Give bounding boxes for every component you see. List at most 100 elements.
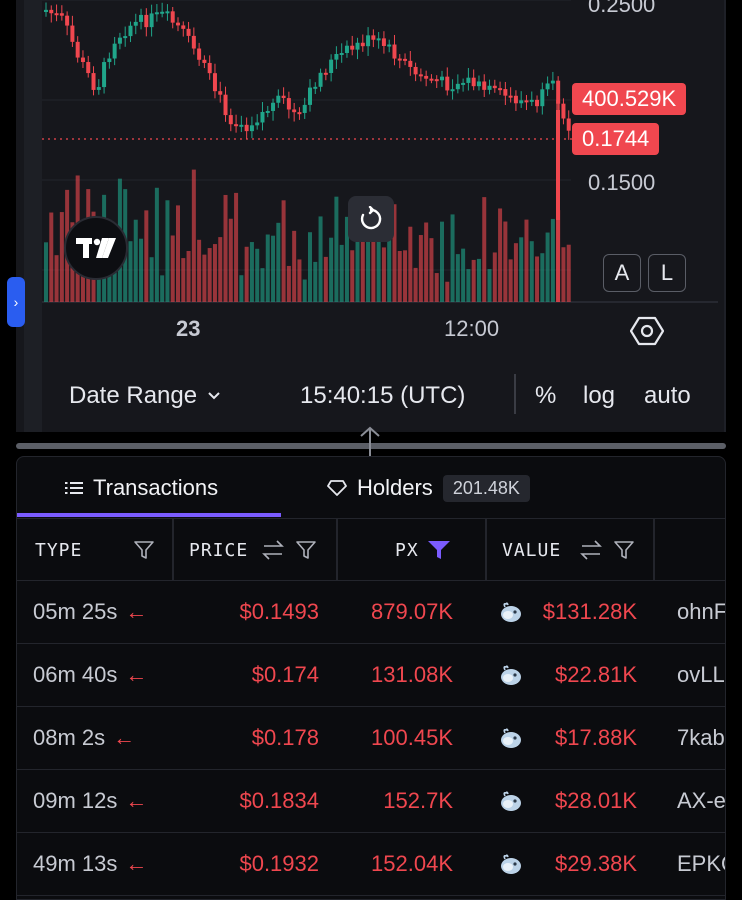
tx-maker[interactable]: ovLL: [677, 644, 725, 706]
swap-icon[interactable]: [261, 539, 285, 561]
utc-clock[interactable]: 15:40:15 (UTC): [300, 382, 465, 410]
tx-maker[interactable]: AX-e: [677, 770, 725, 832]
sell-arrow-icon: ←: [125, 599, 148, 624]
tab-bar: Transactions Holders 201.48K: [17, 457, 725, 519]
tx-px: 152.7K: [383, 788, 453, 813]
transactions-list: 05m 25s ← $0.1493 879.07K $131.28K ohnF 06m 40…: [17, 581, 725, 896]
tx-maker[interactable]: EPKQ: [677, 833, 725, 895]
tx-maker[interactable]: 7kab: [677, 707, 725, 769]
candle-body: [418, 74, 423, 77]
volume-bar: [271, 235, 276, 302]
volume-bar: [461, 248, 466, 302]
filter-icon[interactable]: [295, 539, 317, 561]
volume-bar: [429, 238, 434, 302]
candle-body: [271, 102, 276, 111]
swap-icon[interactable]: [579, 539, 603, 561]
date-range-selector[interactable]: Date Range: [69, 382, 221, 410]
volume-bar: [492, 252, 497, 302]
candle-body: [329, 59, 334, 73]
volume-bar: [207, 248, 212, 302]
volume-bar: [334, 196, 339, 302]
filter-active-icon[interactable]: [427, 539, 451, 561]
candle-body: [123, 36, 128, 39]
volume-bar: [286, 265, 291, 302]
date-range-label: Date Range: [69, 382, 198, 409]
expand-sidebar-handle[interactable]: ›: [7, 277, 25, 327]
column-header-price[interactable]: PRICE: [189, 519, 248, 581]
volume-bar: [260, 268, 265, 302]
candle-body: [139, 14, 144, 22]
volume-bar: [228, 218, 233, 302]
log-toggle[interactable]: log: [583, 382, 615, 410]
candle-body: [408, 60, 413, 67]
column-label: PRICE: [189, 539, 249, 561]
volume-bar: [265, 234, 270, 302]
column-label: PX: [395, 539, 419, 561]
volume-bar: [440, 221, 444, 302]
volume-bar: [519, 237, 524, 302]
volume-tag: 400.529K: [572, 83, 687, 115]
whale-icon: [499, 853, 523, 875]
time-axis-tick: 12:00: [444, 316, 500, 341]
candle-body: [498, 88, 503, 91]
volume-bar: [308, 232, 312, 302]
price-chart-panel[interactable]: › 0.2500 0.1500 400.529K 0.1744 A L 23 1…: [7, 0, 726, 432]
column-header-px[interactable]: PX: [395, 519, 419, 581]
candle-body: [54, 13, 59, 16]
chevron-right-icon: ›: [13, 294, 19, 310]
column-header-value[interactable]: VALUE: [502, 519, 561, 581]
candle-body: [424, 75, 429, 79]
volume-bar: [476, 258, 481, 302]
tx-age: 08m 2s ←: [33, 707, 135, 769]
volume-bar: [186, 250, 191, 302]
volume-bar: [165, 200, 170, 302]
tx-value: $22.81K: [555, 662, 637, 687]
candle-body: [471, 77, 476, 87]
candle-body: [434, 79, 439, 82]
candle-body: [170, 11, 175, 23]
tx-maker[interactable]: ohnF: [677, 581, 725, 643]
toolbar-divider: [514, 374, 516, 414]
volume-bar: [329, 237, 334, 302]
whale-icon: [499, 727, 523, 749]
auto-toggle[interactable]: auto: [644, 382, 691, 410]
candle-body: [49, 9, 54, 14]
table-row[interactable]: 49m 13s ← $0.1932 152.04K $29.38K EPKQ: [17, 833, 725, 896]
volume-bar: [234, 192, 239, 302]
chart-settings-icon[interactable]: [630, 314, 664, 348]
volume-bar: [218, 237, 223, 302]
sell-arrow-icon: ←: [125, 851, 148, 876]
candle-body: [228, 115, 233, 125]
tx-age-text: 09m 12s: [33, 788, 118, 813]
auto-scale-button[interactable]: A: [603, 254, 641, 292]
candle-body: [344, 45, 349, 53]
log-scale-button[interactable]: L: [648, 254, 686, 292]
volume-bar: [197, 239, 202, 302]
table-row[interactable]: 05m 25s ← $0.1493 879.07K $131.28K ohnF: [17, 581, 725, 644]
candle-body: [403, 58, 408, 61]
candle-body: [70, 25, 75, 42]
candle-body: [212, 73, 217, 92]
filter-icon[interactable]: [133, 539, 155, 561]
reset-chart-button[interactable]: [348, 196, 394, 242]
column-label: VALUE: [502, 539, 562, 561]
percent-toggle[interactable]: %: [535, 382, 556, 410]
candle-body: [476, 81, 481, 87]
candle-body: [350, 45, 355, 50]
candle-body: [297, 112, 302, 115]
tab-transactions[interactable]: Transactions: [65, 457, 218, 519]
candle-body: [186, 28, 191, 36]
candle-body: [265, 110, 270, 113]
table-row[interactable]: 08m 2s ← $0.178 100.45K $17.88K 7kab: [17, 707, 725, 770]
tx-age: 49m 13s ←: [33, 833, 147, 895]
column-header-type[interactable]: TYPE: [35, 519, 82, 581]
table-row[interactable]: 06m 40s ← $0.174 131.08K $22.81K ovLL: [17, 644, 725, 707]
table-row[interactable]: 09m 12s ← $0.1834 152.7K $28.01K AX-e: [17, 770, 725, 833]
candle-body: [249, 125, 254, 132]
candle-body: [513, 95, 518, 104]
tab-holders[interactable]: Holders 201.48K: [327, 457, 530, 519]
tradingview-logo[interactable]: [64, 216, 128, 280]
filter-icon[interactable]: [613, 539, 635, 561]
candle-body: [466, 77, 471, 83]
tx-age: 06m 40s ←: [33, 644, 147, 706]
